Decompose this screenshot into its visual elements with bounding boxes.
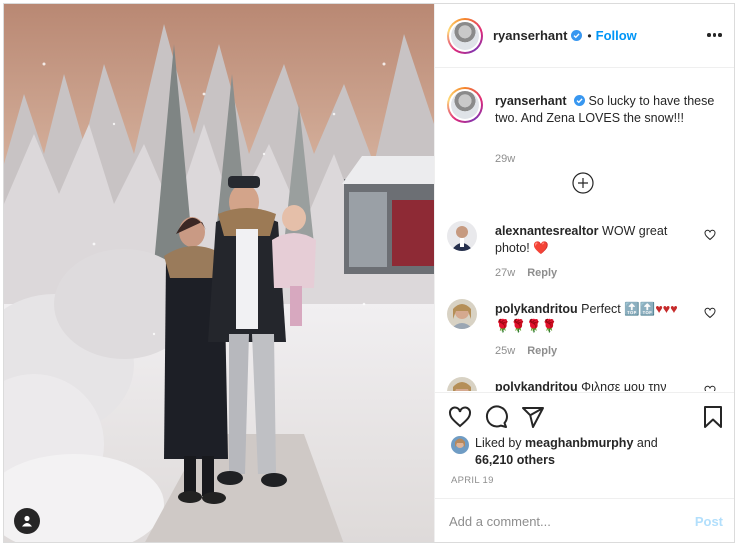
comment-age[interactable]: 25w <box>495 345 515 357</box>
comment-icon[interactable] <box>484 405 508 429</box>
comment-emoji: ❤️ <box>533 241 549 255</box>
likes-prefix: Liked by <box>475 436 522 450</box>
user-tag-button[interactable] <box>14 508 40 534</box>
caption-age[interactable]: 29w <box>495 153 515 165</box>
post-actions <box>435 392 734 434</box>
save-icon[interactable] <box>701 405 725 429</box>
comment-like-icon[interactable] <box>704 229 716 241</box>
comment-avatar[interactable] <box>447 299 477 329</box>
add-comment-bar: Post <box>435 498 734 542</box>
verified-icon <box>574 95 586 106</box>
likes-count[interactable]: 66,210 others <box>475 453 555 467</box>
comment-age[interactable]: 27w <box>495 267 515 279</box>
post-date[interactable]: APRIL 19 <box>451 475 494 486</box>
verified-icon <box>571 30 583 41</box>
comment-text: Perfect <box>581 302 621 316</box>
reply-button[interactable]: Reply <box>527 267 557 279</box>
comment-input[interactable] <box>449 514 695 529</box>
comment-avatar[interactable] <box>447 377 477 391</box>
author-username[interactable]: ryanserhant <box>493 28 567 43</box>
author-avatar[interactable] <box>447 17 483 54</box>
liker-username[interactable]: meaghanbmurphy <box>525 436 633 450</box>
comment-username[interactable]: polykandritou <box>495 380 578 391</box>
comment-like-icon[interactable] <box>704 307 716 319</box>
comment-like-icon[interactable] <box>704 385 716 391</box>
comments-list[interactable]: ryanserhant So lucky to have these two. … <box>435 69 734 391</box>
comment-username[interactable]: polykandritou <box>495 302 578 316</box>
header-separator: • <box>587 28 592 43</box>
snow-family-photo <box>4 4 434 542</box>
liker-avatar[interactable] <box>451 436 469 454</box>
post-comment-button[interactable]: Post <box>695 514 723 529</box>
share-icon[interactable] <box>521 405 545 429</box>
post-photo[interactable] <box>4 4 434 542</box>
post-modal: ryanserhant • Follow ryanserhant So luck… <box>3 3 735 543</box>
post-side-panel: ryanserhant • Follow ryanserhant So luck… <box>434 4 734 542</box>
caption-avatar[interactable] <box>447 87 483 123</box>
like-icon[interactable] <box>448 405 472 429</box>
load-more-comments-icon[interactable] <box>572 172 594 194</box>
follow-button[interactable]: Follow <box>596 28 637 43</box>
more-options-icon[interactable] <box>707 28 723 42</box>
caption-username[interactable]: ryanserhant <box>495 94 567 108</box>
likes-and: and <box>636 436 658 450</box>
comment-avatar[interactable] <box>447 221 477 251</box>
comment-username[interactable]: alexnantesrealtor <box>495 224 599 238</box>
comment-text: Φιλησε μου την <box>581 380 667 391</box>
user-tag-icon <box>22 515 32 527</box>
post-header: ryanserhant • Follow <box>435 4 734 68</box>
reply-button[interactable]: Reply <box>527 345 557 357</box>
